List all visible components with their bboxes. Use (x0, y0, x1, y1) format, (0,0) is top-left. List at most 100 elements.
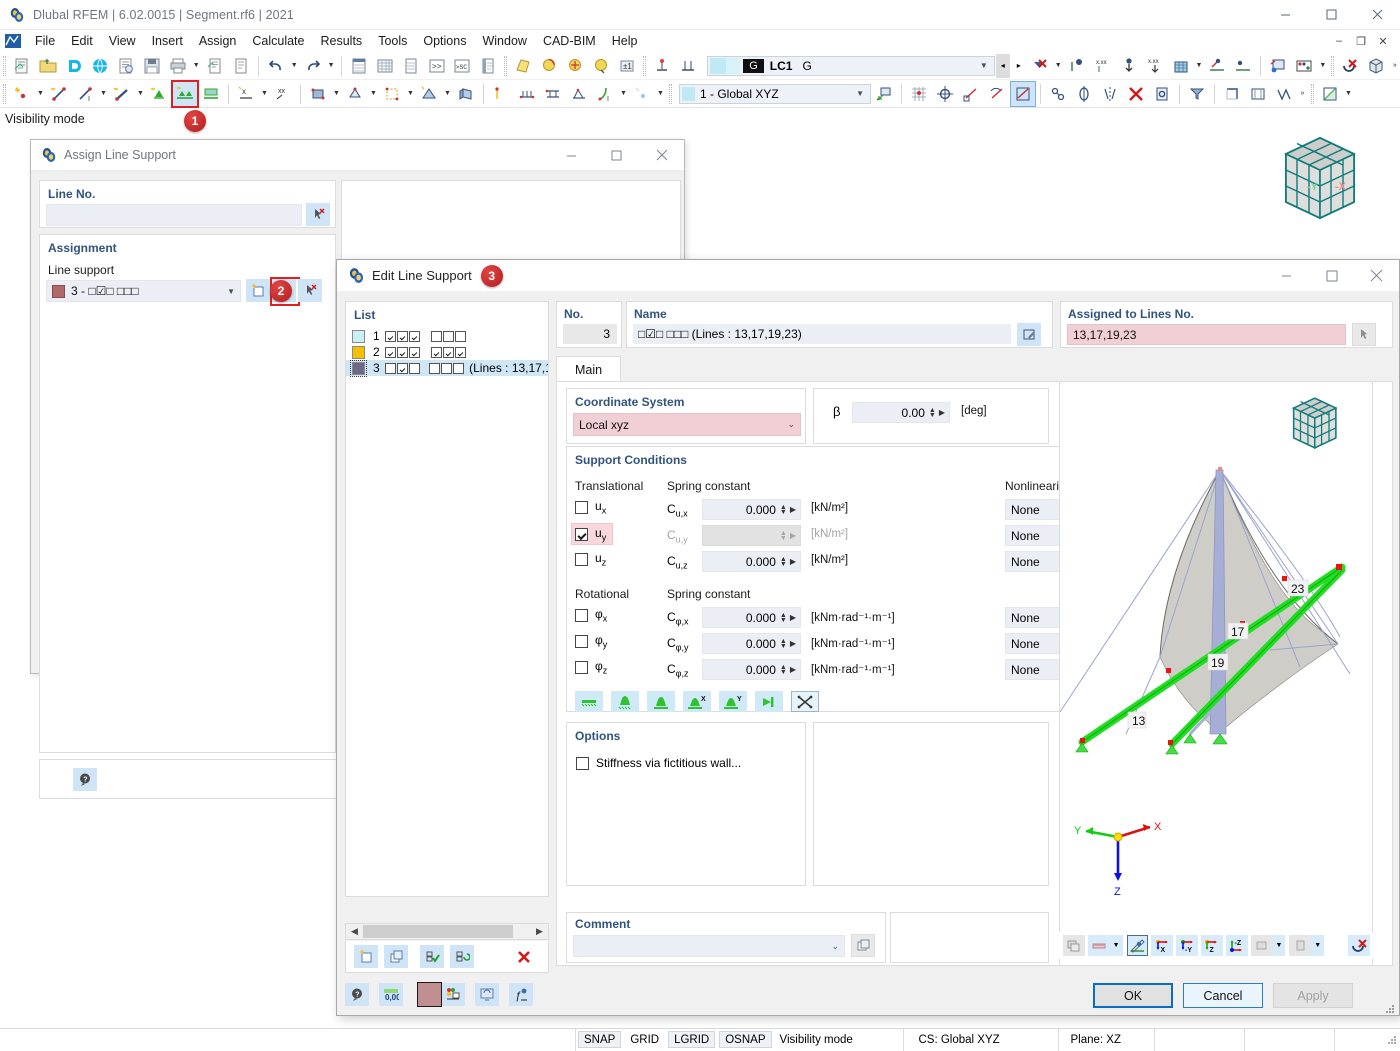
mdi-close-button[interactable]: ✕ (1372, 32, 1394, 50)
new-opening-dropdown-icon[interactable]: ▼ (368, 82, 379, 106)
maximize-button[interactable] (1308, 0, 1354, 30)
release-dropdown-icon[interactable]: ▼ (259, 82, 270, 106)
mdi-minimize-button[interactable]: – (1328, 32, 1350, 50)
menu-item-file[interactable]: File (27, 32, 63, 50)
new-member-icon[interactable] (110, 82, 134, 106)
mdi-restore-button[interactable]: ❐ (1350, 32, 1372, 50)
info-button[interactable]: ? (345, 983, 369, 1006)
dimension-icon[interactable]: ±1 (615, 54, 639, 78)
view-a-dropdown-icon[interactable]: ▼ (1272, 935, 1286, 956)
chain-icon[interactable] (1046, 82, 1070, 106)
model-3d-view[interactable]: 13 17 19 23 X Y Z (1059, 381, 1373, 966)
new-surface-icon[interactable] (306, 82, 330, 106)
new-node-icon[interactable] (10, 82, 34, 106)
clipping-icon[interactable] (1246, 82, 1270, 106)
mirror-circle-icon[interactable] (1072, 82, 1096, 106)
scale-icon[interactable] (1010, 80, 1036, 107)
chevron-down-icon[interactable]: ▼ (856, 89, 864, 98)
load-surface-icon[interactable] (1169, 54, 1193, 78)
menu-item-calculate[interactable]: Calculate (244, 32, 312, 50)
status-lgrid-toggle[interactable]: LGRID (668, 1031, 716, 1048)
menu-item-tools[interactable]: Tools (370, 32, 415, 50)
app-menu-icon[interactable] (5, 34, 21, 48)
copy-item-button[interactable] (384, 945, 408, 968)
close-button[interactable] (1354, 0, 1400, 30)
assign-close-button[interactable] (639, 140, 684, 171)
navigator-table-icon[interactable] (347, 54, 371, 78)
filter-icon[interactable] (1185, 82, 1209, 106)
table-single-icon[interactable] (399, 54, 423, 78)
support-preset-wall-icon[interactable] (755, 691, 783, 712)
fe-mesh-2-icon[interactable] (541, 82, 565, 106)
rotate-icon[interactable] (985, 82, 1009, 106)
redo-icon[interactable] (301, 54, 325, 78)
new-contact-dropdown-icon[interactable]: ▼ (442, 82, 453, 106)
cphiz-input[interactable]: 0.000 ▲ ▼ ▶ (702, 659, 801, 680)
resize-grip[interactable] (1385, 1004, 1395, 1014)
spinner-expand-icon[interactable]: ▶ (939, 408, 945, 417)
new-surface-dropdown-icon[interactable]: ▼ (331, 82, 342, 106)
assign-maximize-button[interactable] (594, 140, 639, 171)
list-item[interactable]: 1 (346, 328, 548, 344)
valley-icon[interactable] (1272, 82, 1296, 106)
delete-item-button[interactable] (512, 945, 536, 968)
loadcase-next-button[interactable]: ▸ (1012, 54, 1026, 78)
move-icon[interactable] (959, 82, 983, 106)
menu-item-results[interactable]: Results (313, 32, 371, 50)
section-view-icon[interactable] (1220, 82, 1244, 106)
menu-item-options[interactable]: Options (415, 32, 474, 50)
formula-button[interactable]: ƒ (509, 983, 533, 1006)
beta-input[interactable]: 0.00 ▲ ▼ ▶ (852, 402, 950, 423)
view-neg-z-icon[interactable]: -Z (1225, 935, 1248, 956)
table-grid-icon[interactable] (373, 54, 397, 78)
load-point-icon[interactable] (1065, 54, 1089, 78)
load-combination-icon[interactable] (1266, 54, 1290, 78)
menu-item-help[interactable]: Help (604, 32, 646, 50)
settings-box-icon[interactable] (1150, 82, 1174, 106)
support-preset-free-icon[interactable] (575, 691, 603, 712)
new-node-dropdown-icon[interactable]: ▼ (35, 82, 46, 106)
loadcase-combo[interactable]: G LC1 G ▼ (707, 55, 995, 76)
spinner-expand-icon[interactable]: ▶ (790, 665, 796, 674)
surface-area-icon[interactable] (511, 54, 535, 78)
comment-expand-button[interactable] (851, 934, 875, 957)
chevron-down-icon[interactable]: ⌄ (787, 419, 795, 430)
origin-snap-icon[interactable] (933, 82, 957, 106)
print-dropdown-icon[interactable]: ▼ (191, 54, 202, 78)
list-horizontal-scrollbar[interactable]: ◀ ▶ (345, 923, 549, 940)
scroll-right-arrow-icon[interactable]: ▶ (531, 924, 548, 939)
spinner-arrows-icon[interactable]: ▲ ▼ (780, 556, 787, 568)
surface-support-icon[interactable] (199, 82, 223, 106)
new-line-support-button[interactable] (246, 279, 270, 302)
scrollbar-thumb[interactable] (363, 925, 513, 938)
apply-button[interactable]: Apply (1273, 983, 1353, 1008)
new-contact-icon[interactable] (417, 82, 441, 106)
printout-report-icon[interactable] (203, 54, 227, 78)
print-icon[interactable] (166, 54, 190, 78)
toolbar-grip[interactable] (504, 55, 508, 76)
load-xxx-icon[interactable]: x.xx (1091, 54, 1115, 78)
stiffness-fictitious-wall-checkbox[interactable] (576, 756, 589, 770)
uy-checkbox[interactable] (575, 527, 588, 541)
support-preset-custom-icon[interactable] (791, 691, 819, 712)
support-preset-hinged-icon[interactable] (647, 691, 675, 712)
select-all-button[interactable] (420, 945, 444, 968)
line-support-button[interactable] (171, 79, 199, 108)
result-beam-icon[interactable]: I (593, 82, 617, 106)
cuz-input[interactable]: 0.000 ▲ ▼ ▶ (702, 551, 801, 572)
translational-uz-row[interactable]: uz (575, 551, 606, 567)
delete-load-dropdown-icon[interactable]: ▼ (1053, 54, 1064, 78)
line-support-pick-button[interactable] (298, 279, 322, 302)
load-imposed-icon[interactable] (1206, 54, 1230, 78)
toolbar-grip[interactable] (643, 55, 647, 76)
save-icon[interactable] (140, 54, 164, 78)
chevron-down-icon[interactable]: ▼ (980, 61, 988, 70)
measure-icon[interactable] (1087, 935, 1110, 956)
cloud-globe-icon[interactable] (88, 54, 112, 78)
view-y-icon[interactable]: -Y (1176, 935, 1199, 956)
undo-dropdown-icon[interactable]: ▼ (289, 54, 300, 78)
load-temp-icon[interactable] (1231, 54, 1255, 78)
refresh-items-button[interactable] (450, 945, 474, 968)
new-member-dropdown-icon[interactable]: ▼ (135, 82, 146, 106)
zoom-reset-icon[interactable] (1348, 935, 1371, 956)
